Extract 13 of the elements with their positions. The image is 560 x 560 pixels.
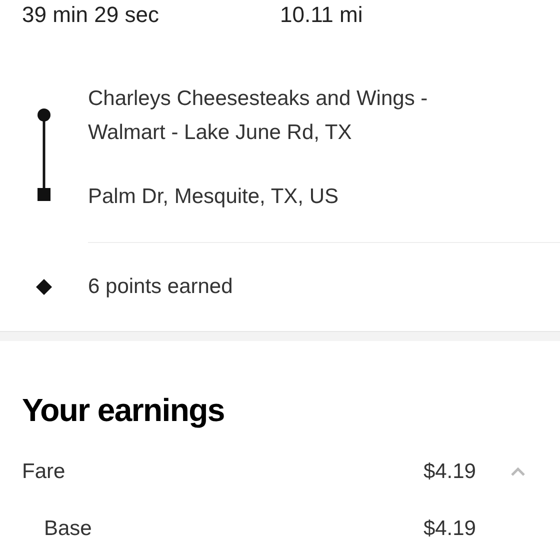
earnings-label: Fare — [22, 459, 66, 486]
pickup-address: Charleys Cheesesteaks and Wings - Walmart - Lake June Rd, TX — [88, 86, 429, 146]
trip-distance: 10.11 mi — [280, 1, 363, 29]
earnings-amount: $4.19 — [423, 459, 476, 486]
chevron-up-icon[interactable] — [510, 467, 526, 477]
trip-duration: 39 min 29 sec — [22, 1, 160, 29]
earnings-subamount: $4.19 — [423, 516, 476, 542]
route-line-icon — [36, 108, 52, 202]
dropoff-address: Palm Dr, Mesquite, TX, US — [88, 184, 340, 210]
earnings-sublabel: Base — [44, 516, 93, 542]
points-earned: 6 points earned — [88, 274, 233, 300]
earnings-title: Your earnings — [22, 391, 226, 430]
diamond-icon — [36, 279, 52, 295]
